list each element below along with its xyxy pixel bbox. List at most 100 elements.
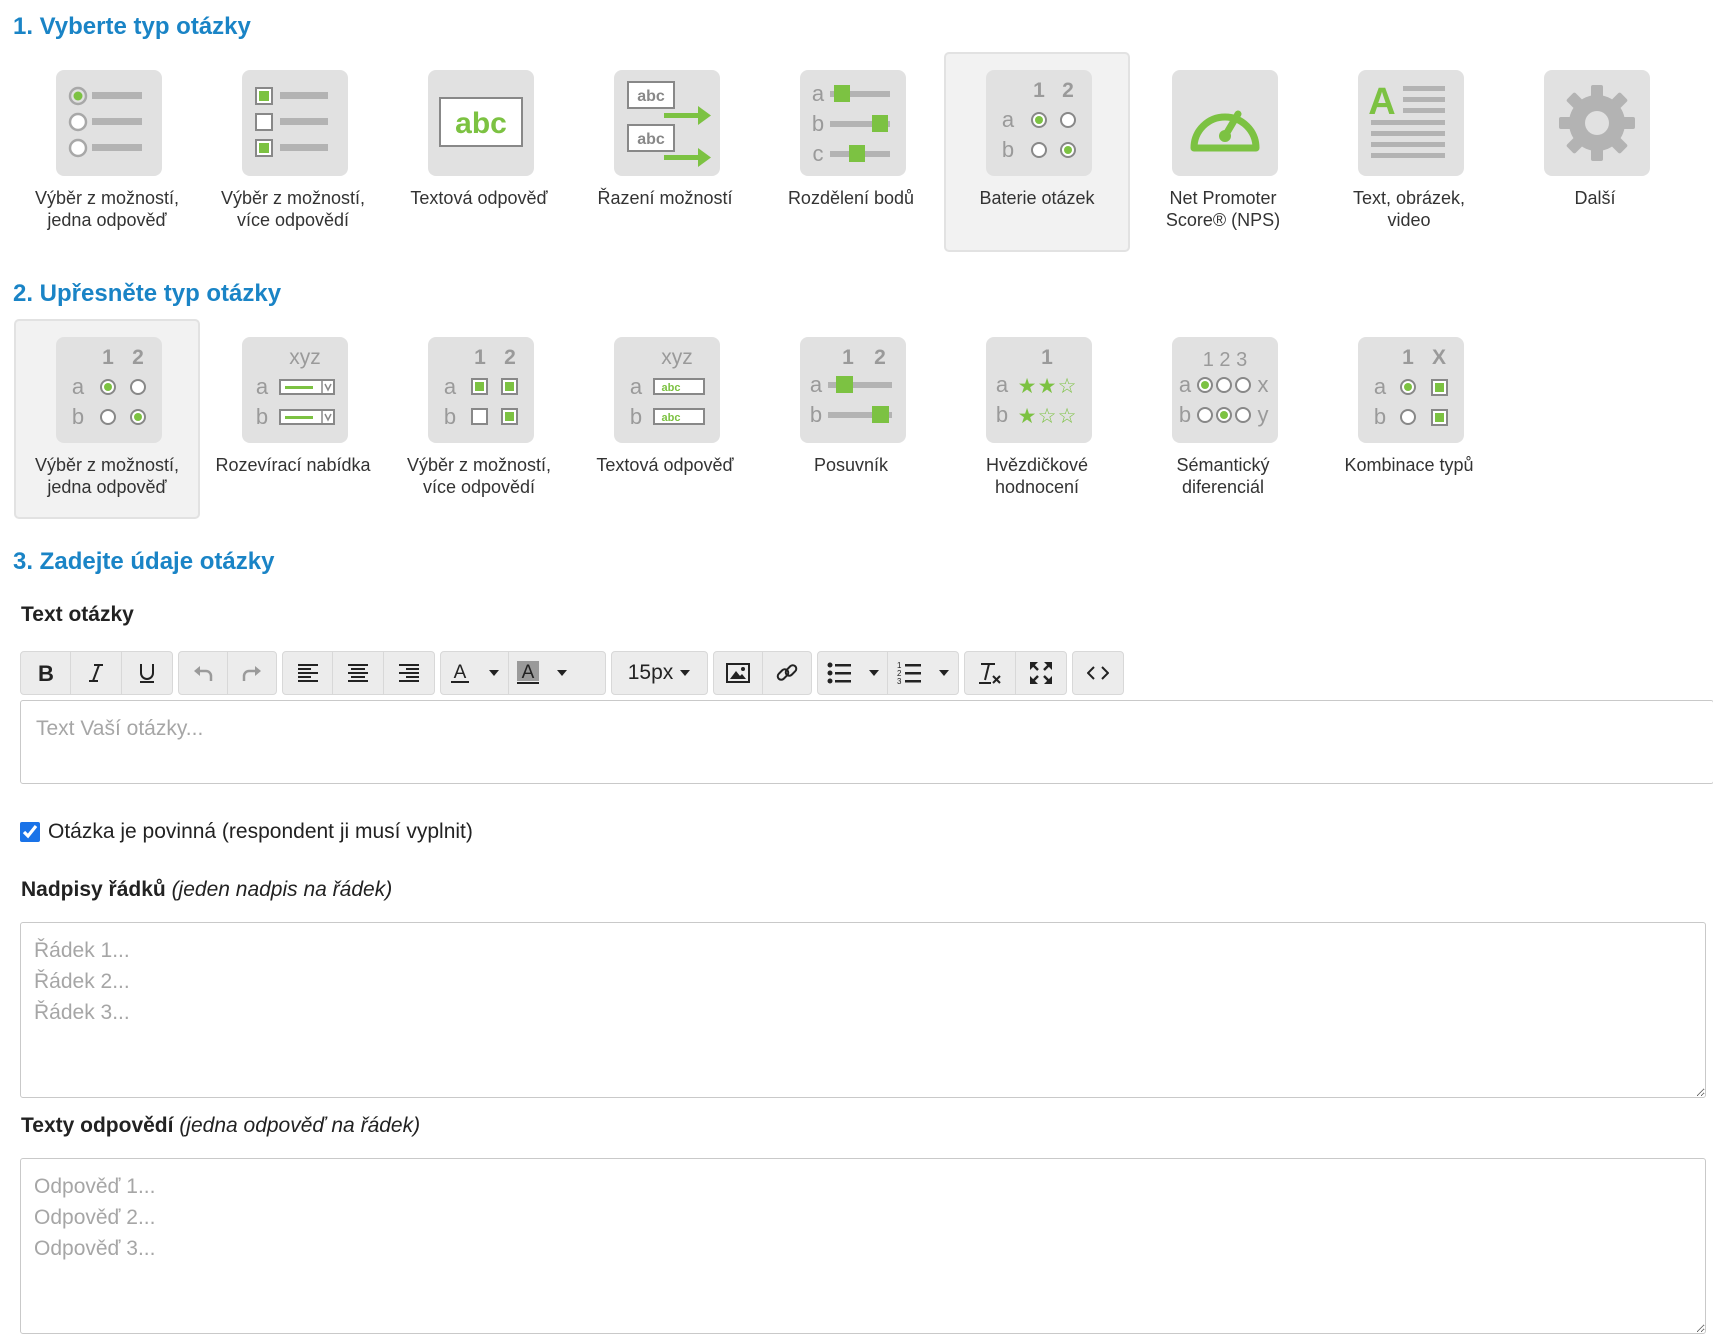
highlight-color-button[interactable]: A [509,652,547,694]
svg-text:a: a [444,374,457,399]
section-2-title: 2. Upřesněte typ otázky [13,280,282,307]
tile-text-answer[interactable]: abc Textová odpověď [386,52,572,252]
row-headings-textarea[interactable] [20,922,1706,1098]
align-left-icon [297,664,318,682]
underline-button[interactable] [122,652,172,694]
question-subtype-list: 1 2 a b Výběr z možností, jedna odpověď x… [14,319,1713,519]
toolbar-group-colors: A A [440,651,606,695]
svg-text:★: ★ [1018,404,1037,428]
svg-text:a: a [256,374,269,399]
highlight-color-icon: A [517,661,539,684]
svg-text:b: b [1179,402,1191,427]
align-left-button[interactable] [283,652,334,694]
svg-text:1: 1 [842,346,854,369]
svg-text:abc: abc [455,107,507,140]
required-checkbox-row[interactable]: Otázka je povinná (respondent ji musí vy… [20,817,473,847]
section-3-title: 3. Zadejte údaje otázky [13,548,275,575]
bold-button[interactable]: B [21,652,72,694]
required-checkbox[interactable] [20,822,40,842]
answer-texts-hint: (jedna odpověď na řádek) [179,1114,421,1137]
svg-text:a: a [1374,374,1387,399]
code-view-button[interactable] [1073,652,1123,694]
clear-formatting-button[interactable] [965,652,1016,694]
bullet-list-dropdown[interactable] [860,652,888,694]
tile-point-distribution[interactable]: a b c Rozdělení bodů [758,52,944,252]
svg-text:2: 2 [504,346,516,369]
caret-down-icon [557,670,567,676]
answer-texts-textarea[interactable] [20,1158,1706,1334]
svg-text:a: a [630,374,643,399]
svg-text:a: a [812,81,825,106]
question-editor-page: 1. Vyberte typ otázky Výběr z možností, j… [0,0,1713,1342]
matrix-slider-icon: 1 2 a b [800,337,906,443]
svg-text:☆: ☆ [1038,404,1057,428]
toolbar-group-history [178,651,277,695]
bullet-list-button[interactable] [818,652,860,694]
svg-text:A: A [522,662,535,683]
radio-list-icon [56,70,162,176]
subtile-multiple-choice[interactable]: 1 2 a b Výběr z možností, více odpovědí [386,319,572,519]
caret-down-icon [488,670,499,676]
svg-text:abc: abc [662,382,681,394]
redo-button[interactable] [228,652,277,694]
text-color-button[interactable]: A [441,652,479,694]
tile-nps[interactable]: Net Promoter Score® (NPS) [1130,52,1316,252]
svg-text:A: A [1368,81,1395,123]
svg-text:B: B [38,662,54,684]
highlight-color-dropdown[interactable] [547,652,577,694]
svg-text:b: b [1374,404,1386,429]
insert-link-button[interactable] [763,652,812,694]
numbered-list-button[interactable]: 123 [888,652,930,694]
subtile-single-choice[interactable]: 1 2 a b Výběr z možností, jedna odpověď [14,319,200,519]
svg-text:abc: abc [662,412,681,424]
svg-text:3: 3 [897,677,902,685]
toolbar-group-lists: 123 [817,651,959,695]
fullscreen-icon [1029,662,1052,684]
tile-text-image-video[interactable]: A Text, obrázek, video [1316,52,1502,252]
font-size-dropdown[interactable]: 15px [611,651,708,695]
subtile-semantic-differential[interactable]: 1 2 3 a x b y Sémantický diferenciál [1130,319,1316,519]
redo-icon [242,666,261,681]
insert-image-button[interactable] [714,652,763,694]
svg-text:b: b [630,404,642,429]
svg-text:a: a [996,372,1009,397]
svg-text:x: x [1258,372,1269,397]
tile-ranking[interactable]: abc abc Řazení možností [572,52,758,252]
clear-formatting-icon [978,663,1001,684]
question-text-label: Text otázky [21,603,134,626]
bullet-list-icon [827,662,851,684]
svg-text:a: a [1002,107,1015,132]
subtile-star-rating[interactable]: 1 a ★ ★ ☆ b ★ ☆ ☆ Hvězdičkové hodnocení [944,319,1130,519]
question-text-editor[interactable]: Text Vaší otázky... [20,700,1713,784]
subtile-text-answer[interactable]: xyz a abc b abc Textová odpověď [572,319,758,519]
svg-text:★: ★ [1018,374,1037,398]
svg-text:1: 1 [102,346,114,369]
svg-text:a: a [72,374,85,399]
text-color-dropdown[interactable] [479,652,509,694]
fullscreen-button[interactable] [1016,652,1067,694]
undo-button[interactable] [179,652,228,694]
align-center-icon [348,664,369,682]
question-type-list: Výběr z možností, jedna odpověď Výběr z m… [14,52,1713,252]
subtile-slider[interactable]: 1 2 a b Posuvník [758,319,944,519]
font-size-value: 15px [627,661,674,684]
svg-text:1: 1 [1041,346,1053,369]
svg-text:b: b [1002,137,1014,162]
tile-multiple-choice[interactable]: Výběr z možností, více odpovědí [200,52,386,252]
subtile-type-combination[interactable]: 1 X a b Kombinace typů [1316,319,1502,519]
numbered-list-dropdown[interactable] [930,652,958,694]
tile-question-battery[interactable]: 1 2 a b Baterie otázek [944,52,1130,252]
svg-text:2: 2 [132,346,144,369]
italic-button[interactable] [71,652,122,694]
point-distribution-icon: a b c [800,70,906,176]
svg-text:1 2 3: 1 2 3 [1203,349,1247,371]
align-right-button[interactable] [384,652,434,694]
matrix-radio-icon: 1 2 a b [56,337,162,443]
gear-icon [1544,70,1650,176]
tile-more[interactable]: Další [1502,52,1688,252]
svg-text:A: A [454,662,467,683]
align-center-button[interactable] [333,652,384,694]
subtile-dropdown[interactable]: xyz a b Rozevírací nabídka [200,319,386,519]
svg-text:c: c [813,141,824,166]
tile-single-choice[interactable]: Výběr z možností, jedna odpověď [14,52,200,252]
